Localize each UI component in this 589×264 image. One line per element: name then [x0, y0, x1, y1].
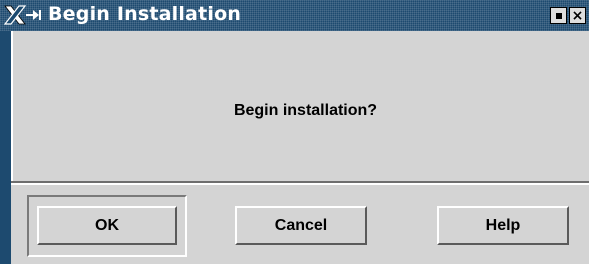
arrow-to-bar-icon[interactable] [25, 5, 43, 25]
title-bar[interactable]: Begin Installation × [0, 0, 589, 32]
dialog-window: Begin Installation × Begin installation?… [0, 0, 589, 264]
window-title: Begin Installation [48, 3, 242, 25]
minimize-icon [555, 12, 562, 19]
message-area: Begin installation? [11, 31, 589, 181]
ok-button[interactable]: OK [37, 206, 177, 245]
window-frame-edge [0, 31, 11, 264]
minimize-button[interactable] [550, 7, 567, 24]
dialog-message: Begin installation? [233, 102, 378, 119]
cancel-button[interactable]: Cancel [235, 206, 367, 245]
x-logo-icon[interactable] [3, 5, 27, 25]
help-button[interactable]: Help [437, 206, 569, 245]
close-icon: × [571, 7, 584, 24]
close-button[interactable]: × [569, 7, 586, 24]
